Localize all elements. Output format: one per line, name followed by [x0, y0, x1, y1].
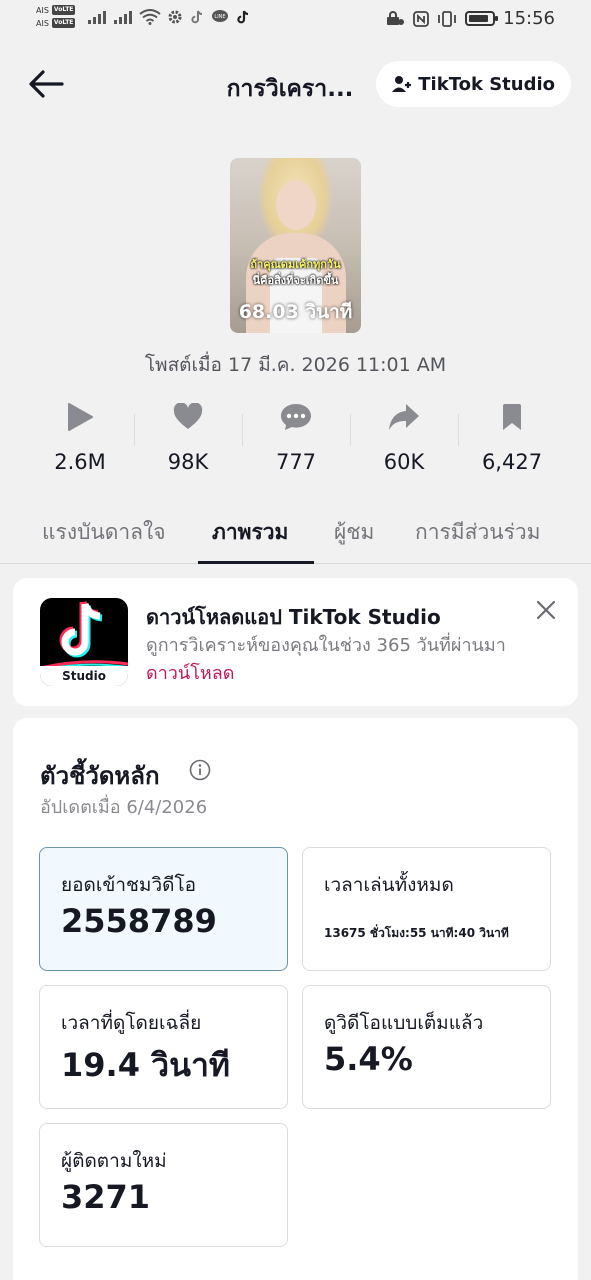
play-icon	[68, 403, 93, 431]
close-icon	[537, 601, 555, 619]
share-arrow-icon	[389, 404, 419, 430]
thumbnail-caption: นี่คือสิ่งที่จะเกิดขึ้น	[252, 274, 339, 287]
battery-icon	[465, 11, 499, 26]
battery-level	[469, 15, 488, 22]
user-add-icon	[392, 76, 412, 92]
tiktok-notification-icon	[191, 10, 203, 23]
stat-plays: 2.6M	[26, 396, 134, 482]
signal-icon	[114, 10, 133, 24]
tiktok-notification-icon	[237, 10, 249, 23]
metric-avg-watch-time[interactable]: เวลาที่ดูโดยเฉลี่ย 19.4 วินาที	[39, 985, 288, 1109]
metric-value: 5.4%	[324, 1040, 413, 1078]
carrier-2: AIS	[36, 18, 49, 28]
tiktok-studio-logo: Studio	[40, 598, 128, 686]
svg-text:LINE: LINE	[215, 14, 226, 20]
metric-label: เวลาเล่นทั้งหมด	[324, 874, 454, 896]
tiktok-logo-icon	[40, 600, 128, 668]
back-button[interactable]	[26, 66, 66, 102]
metric-video-views[interactable]: ยอดเข้าชมวิดีโอ 2558789	[39, 847, 288, 971]
metric-label: ยอดเข้าชมวิดีโอ	[61, 874, 197, 896]
vibrate-icon	[438, 10, 457, 27]
metric-full-watch[interactable]: ดูวิดีโอแบบเต็มแล้ว 5.4%	[302, 985, 551, 1109]
info-icon[interactable]	[189, 759, 211, 781]
status-right: 15:56	[385, 8, 555, 29]
stat-shares: 60K	[350, 396, 458, 482]
metric-value: 13675 ชั่วโมง:55 นาที:40 วินาที	[324, 926, 509, 940]
metric-new-followers[interactable]: ผู้ติดตามใหม่ 3271	[39, 1123, 288, 1247]
tab-inspiration[interactable]: แรงบันดาลใจ	[42, 516, 166, 549]
metric-value: 19.4 วินาที	[61, 1046, 230, 1084]
metric-value: 2558789	[61, 902, 217, 940]
signal-icon	[88, 10, 107, 24]
key-metrics-card: ตัวชี้วัดหลัก อัปเดตเมื่อ 6/4/2026 ยอดเข…	[13, 718, 578, 1280]
status-bar: AIS VoLTE AIS VoLTE LINE 15:56	[0, 0, 591, 42]
promo-title: ดาวน์โหลดแอป TikTok Studio	[146, 605, 441, 629]
studio-label: Studio	[40, 666, 128, 686]
status-icons: LINE	[87, 8, 251, 25]
plays-count: 2.6M	[54, 450, 106, 474]
active-tab-indicator	[198, 561, 314, 564]
tab-engagement[interactable]: การมีส่วนร่วม	[415, 516, 541, 549]
page-title: การวิเครา...	[226, 76, 354, 102]
metric-label: ดูวิดีโอแบบเต็มแล้ว	[324, 1012, 484, 1034]
status-left: AIS VoLTE AIS VoLTE LINE	[36, 5, 251, 28]
metrics-title: ตัวชี้วัดหลัก	[40, 762, 160, 790]
saves-count: 6,427	[481, 450, 543, 474]
comments-count: 777	[275, 450, 317, 474]
shares-count: 60K	[383, 450, 425, 474]
stat-saves: 6,427	[458, 396, 566, 482]
metric-label: เวลาที่ดูโดยเฉลี่ย	[61, 1012, 202, 1034]
volte-badge: VoLTE	[51, 5, 76, 15]
metrics-updated: อัปเดตเมื่อ 6/4/2026	[40, 797, 208, 818]
gear-icon	[168, 10, 182, 23]
download-link[interactable]: ดาวน์โหลด	[146, 663, 234, 684]
tab-overview[interactable]: ภาพรวม	[212, 516, 288, 549]
tab-viewers[interactable]: ผู้ชม	[334, 516, 374, 549]
analytics-tabs: แรงบันดาลใจ ภาพรวม ผู้ชม การมีส่วนร่วม	[0, 506, 591, 564]
carrier-info: AIS VoLTE AIS VoLTE	[36, 5, 76, 28]
metric-label: ผู้ติดตามใหม่	[61, 1150, 167, 1172]
tiktok-studio-button[interactable]: TikTok Studio	[376, 61, 571, 107]
nfc-icon	[413, 10, 430, 27]
video-duration: 68.03 วินาที	[238, 301, 353, 323]
clock: 15:56	[503, 8, 555, 29]
volte-badge: VoLTE	[51, 18, 76, 28]
stat-likes: 98K	[134, 396, 242, 482]
posted-date: โพสต์เมื่อ 17 มี.ค. 2026 11:01 AM	[144, 354, 447, 376]
vpn-key-icon	[387, 10, 405, 25]
arrow-left-icon	[29, 70, 64, 98]
comment-icon	[281, 404, 311, 430]
line-icon: LINE	[212, 9, 229, 22]
likes-count: 98K	[167, 450, 209, 474]
video-thumbnail[interactable]: ถ้าคุณดมเค้กทุกวัน นี่คือสิ่งที่จะเกิดขึ…	[230, 158, 361, 333]
stat-comments: 777	[242, 396, 350, 482]
metric-total-play-time[interactable]: เวลาเล่นทั้งหมด 13675 ชั่วโมง:55 นาที:40…	[302, 847, 551, 971]
studio-promo-card: Studio ดาวน์โหลดแอป TikTok Studio ดูการว…	[13, 578, 578, 706]
bookmark-icon	[503, 404, 521, 430]
promo-description-text: ดูการวิเคราะห์ของคุณในช่วง 365 วันที่ผ่า…	[146, 635, 506, 656]
header: การวิเครา... TikTok Studio	[0, 56, 591, 112]
close-button[interactable]	[532, 596, 560, 624]
promo-description: ดูการวิเคราะห์ของคุณในช่วง 365 วันที่ผ่า…	[146, 632, 526, 688]
wifi-icon	[139, 8, 162, 25]
stats-row: 2.6M 98K 777 60K 6,427	[26, 396, 566, 482]
metric-value: 3271	[61, 1178, 151, 1216]
carrier-1: AIS	[36, 5, 49, 15]
heart-icon	[173, 403, 203, 429]
tiktok-studio-label: TikTok Studio	[418, 73, 555, 95]
